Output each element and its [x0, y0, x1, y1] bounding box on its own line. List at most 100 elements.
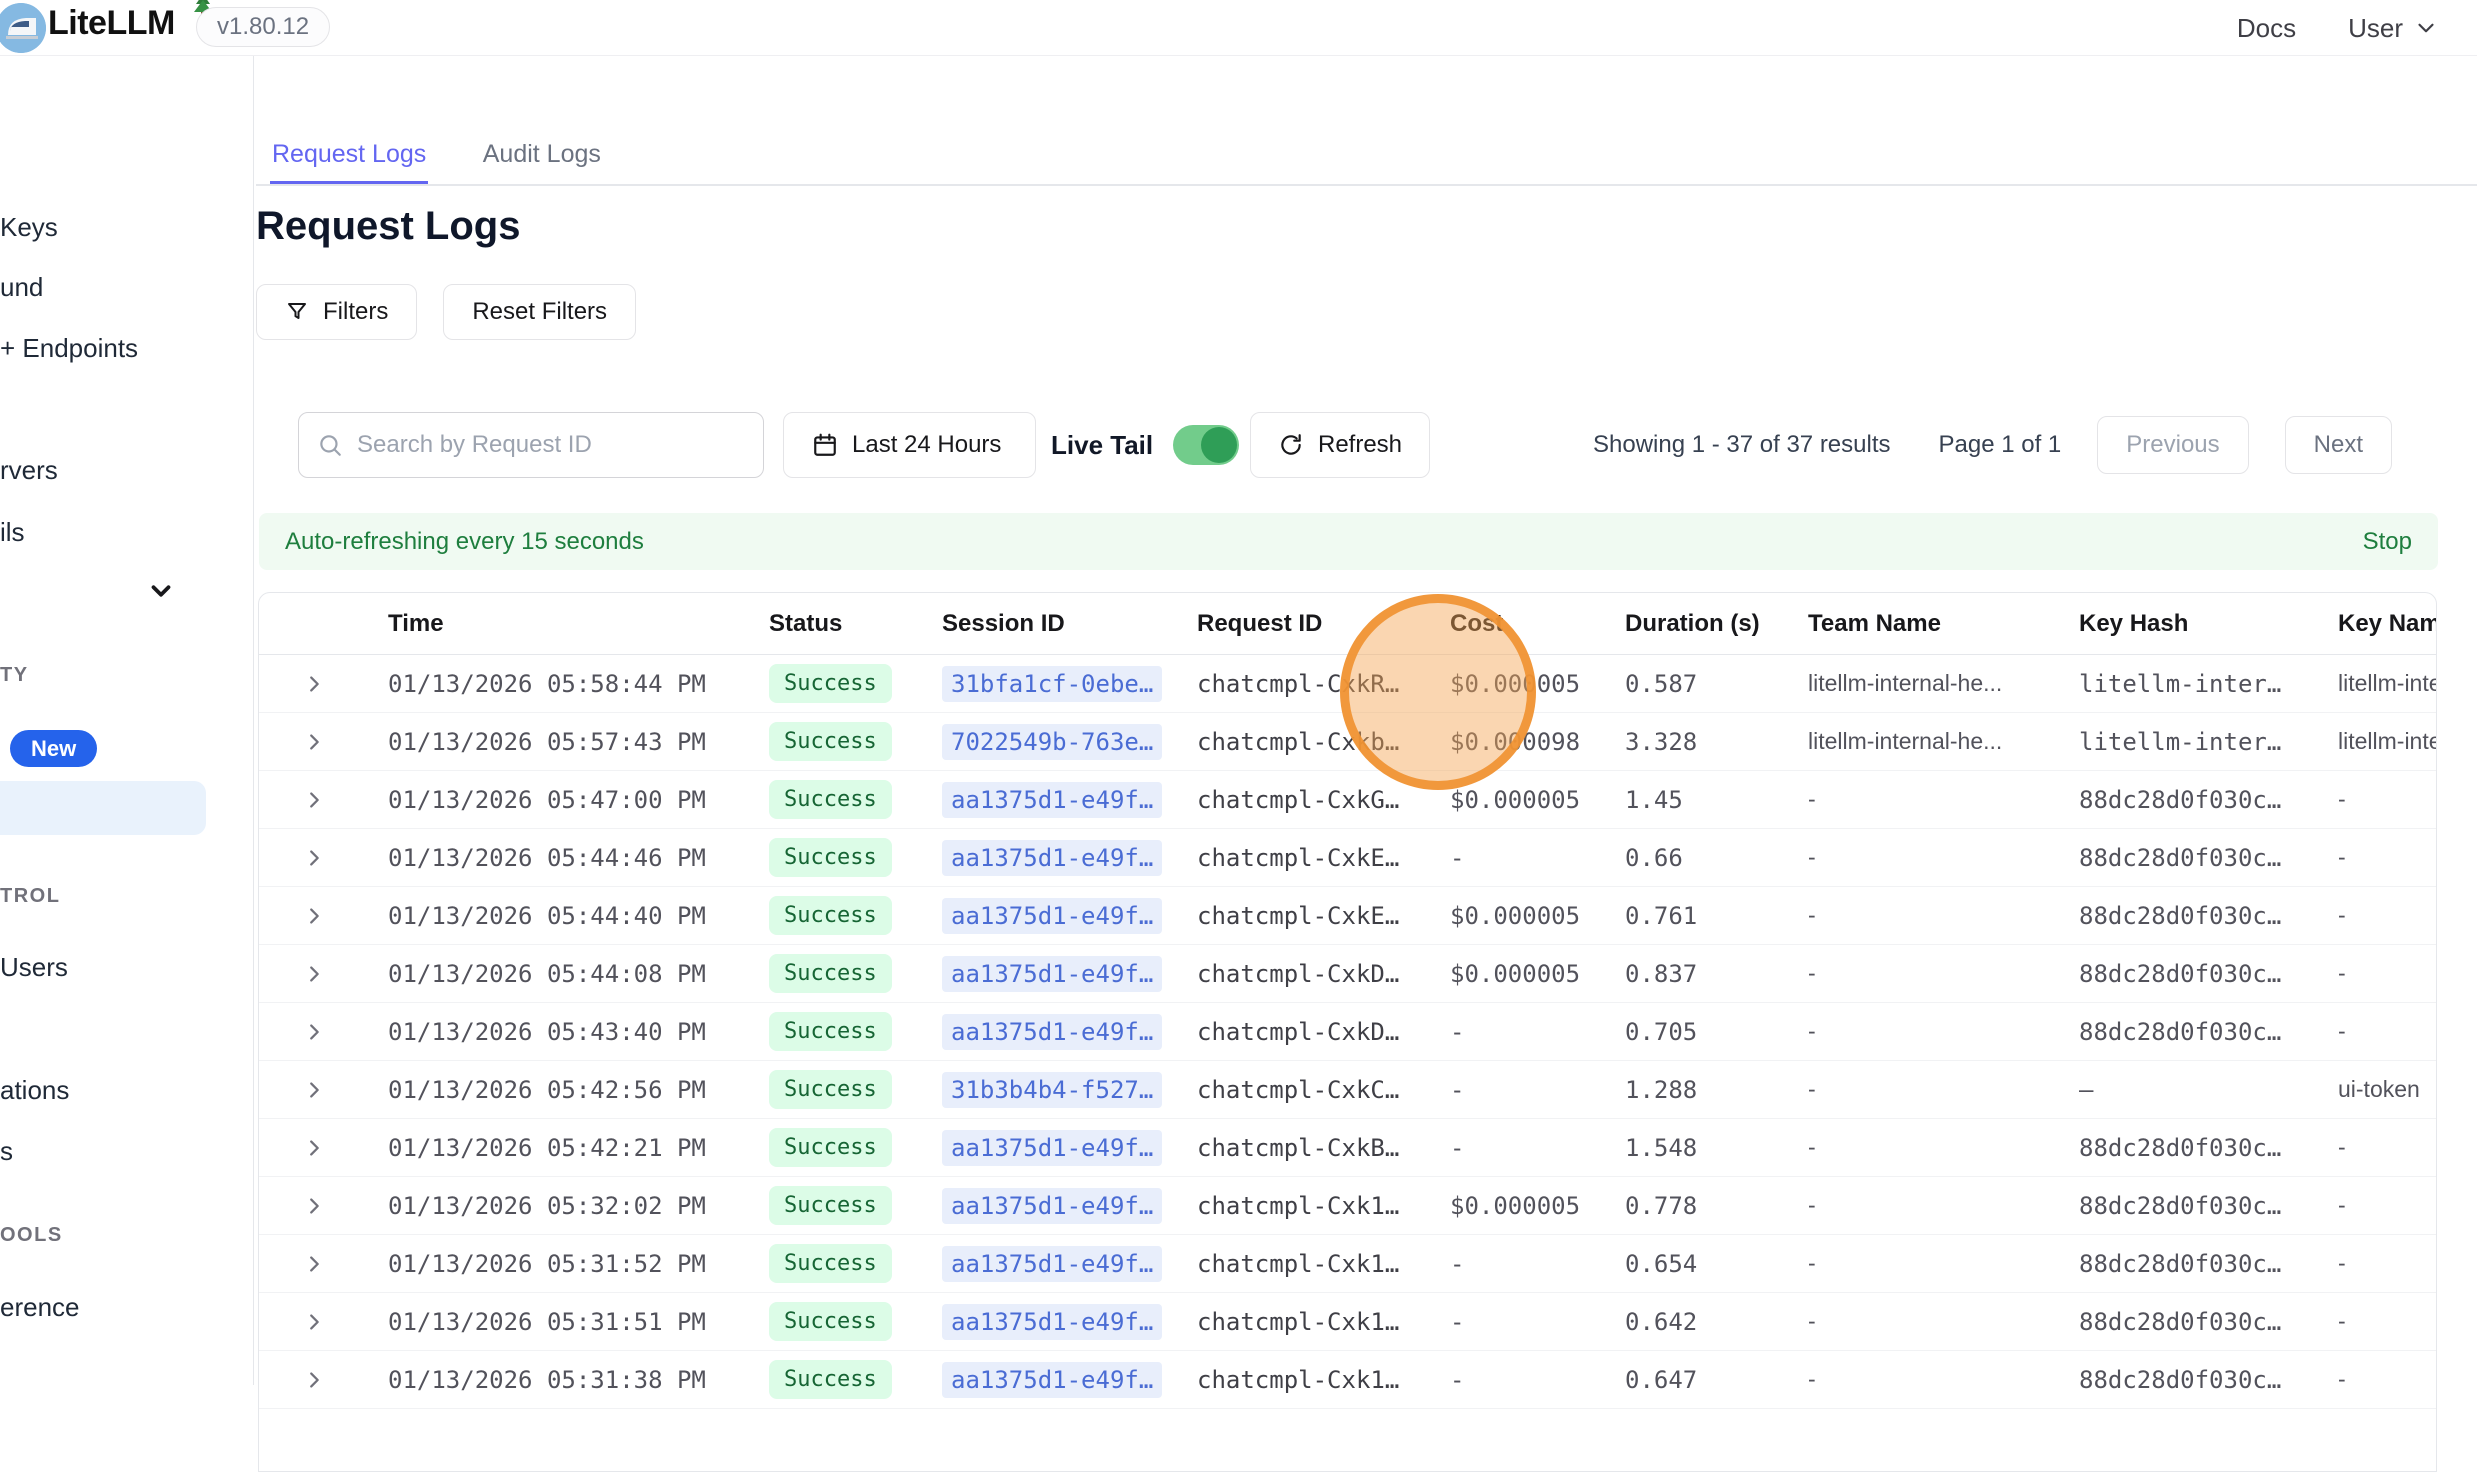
session-id-link[interactable]: aa1375d1-e49f… — [942, 898, 1162, 934]
session-id-link[interactable]: aa1375d1-e49f… — [942, 1014, 1162, 1050]
search-box[interactable] — [298, 412, 764, 478]
expand-row-chevron-icon[interactable] — [259, 963, 388, 985]
cell-team-name: - — [1808, 960, 2079, 987]
sidebar-item-logs-selected[interactable] — [0, 781, 206, 835]
cell-status: Success — [769, 664, 942, 703]
table-row[interactable]: 01/13/2026 05:42:56 PM Success 31b3b4b4-… — [259, 1061, 2436, 1119]
session-id-link[interactable]: 31bfa1cf-0ebe… — [942, 666, 1162, 702]
col-key-hash: Key Hash — [2079, 610, 2338, 638]
table-row[interactable]: 01/13/2026 05:42:21 PM Success aa1375d1-… — [259, 1119, 2436, 1177]
expand-row-chevron-icon[interactable] — [259, 731, 388, 753]
cell-request-id: chatcmpl-Cxk1… — [1197, 1366, 1450, 1394]
table-row[interactable]: 01/13/2026 05:44:46 PM Success aa1375d1-… — [259, 829, 2436, 887]
cell-time: 01/13/2026 05:31:52 PM — [388, 1250, 769, 1278]
sidebar-item-internal-users[interactable]: Users — [0, 952, 68, 983]
cell-key-name: - — [2338, 844, 2437, 871]
filters-button[interactable]: Filters — [256, 284, 417, 340]
col-duration: Duration (s) — [1625, 610, 1808, 638]
reset-filters-button[interactable]: Reset Filters — [443, 284, 636, 340]
cell-duration: 1.548 — [1625, 1134, 1808, 1162]
table-row[interactable]: 01/13/2026 05:43:40 PM Success aa1375d1-… — [259, 1003, 2436, 1061]
table-row[interactable]: 01/13/2026 05:32:02 PM Success aa1375d1-… — [259, 1177, 2436, 1235]
table-row[interactable]: 01/13/2026 05:44:08 PM Success aa1375d1-… — [259, 945, 2436, 1003]
sidebar-collapse-chevron-icon[interactable] — [146, 576, 176, 606]
table-row[interactable]: 01/13/2026 05:31:52 PM Success aa1375d1-… — [259, 1235, 2436, 1293]
cell-team-name: - — [1808, 1076, 2079, 1103]
cell-status: Success — [769, 1128, 942, 1167]
table-row[interactable]: 01/13/2026 05:57:43 PM Success 7022549b-… — [259, 713, 2436, 771]
expand-row-chevron-icon[interactable] — [259, 1369, 388, 1391]
sidebar-item-models-endpoints[interactable]: + Endpoints — [0, 333, 138, 364]
session-id-link[interactable]: 31b3b4b4-f527… — [942, 1072, 1162, 1108]
sidebar-item-api-reference[interactable]: erence — [0, 1292, 80, 1323]
sidebar-item-playground[interactable]: und — [0, 272, 43, 303]
main-content: Request Logs Audit Logs Request Logs Fil… — [254, 56, 2477, 1385]
sidebar-item-organizations[interactable]: ations — [0, 1075, 69, 1106]
expand-row-chevron-icon[interactable] — [259, 1195, 388, 1217]
cell-time: 01/13/2026 05:58:44 PM — [388, 670, 769, 698]
table-header-row: Time Status Session ID Request ID Cost D… — [259, 593, 2436, 655]
stop-auto-refresh-link[interactable]: Stop — [2363, 528, 2412, 556]
expand-row-chevron-icon[interactable] — [259, 673, 388, 695]
tab-audit-logs[interactable]: Audit Logs — [481, 128, 603, 181]
table-row[interactable]: 01/13/2026 05:44:40 PM Success aa1375d1-… — [259, 887, 2436, 945]
expand-row-chevron-icon[interactable] — [259, 1021, 388, 1043]
session-id-link[interactable]: aa1375d1-e49f… — [942, 1362, 1162, 1398]
cell-cost: $0.000098 — [1450, 728, 1625, 756]
cell-team-name: - — [1808, 1134, 2079, 1161]
col-status: Status — [769, 610, 942, 638]
cell-duration: 0.66 — [1625, 844, 1808, 872]
cell-request-id: chatcmpl-CxkE… — [1197, 844, 1450, 872]
cell-key-hash: 88dc28d0f030c… — [2079, 1250, 2338, 1278]
session-id-link[interactable]: aa1375d1-e49f… — [942, 1130, 1162, 1166]
table-row[interactable]: 01/13/2026 05:31:51 PM Success aa1375d1-… — [259, 1293, 2436, 1351]
session-id-link[interactable]: aa1375d1-e49f… — [942, 1304, 1162, 1340]
next-page-button[interactable]: Next — [2285, 416, 2392, 474]
sidebar-item-guardrails[interactable]: ils — [0, 517, 25, 548]
table-body: 01/13/2026 05:58:44 PM Success 31bfa1cf-… — [259, 655, 2436, 1409]
expand-row-chevron-icon[interactable] — [259, 905, 388, 927]
time-range-button[interactable]: Last 24 Hours — [783, 412, 1036, 478]
cell-team-name: litellm-internal-he... — [1808, 728, 2079, 755]
search-input[interactable] — [357, 431, 745, 459]
session-id-link[interactable]: aa1375d1-e49f… — [942, 1188, 1162, 1224]
cell-status: Success — [769, 954, 942, 993]
cell-time: 01/13/2026 05:47:00 PM — [388, 786, 769, 814]
live-tail-toggle[interactable] — [1173, 425, 1239, 465]
cell-cost: - — [1450, 844, 1625, 872]
table-row[interactable]: 01/13/2026 05:31:38 PM Success aa1375d1-… — [259, 1351, 2436, 1409]
logs-tabs: Request Logs Audit Logs — [256, 128, 2477, 186]
sidebar-item-servers[interactable]: rvers — [0, 455, 58, 486]
tab-request-logs[interactable]: Request Logs — [270, 128, 428, 184]
expand-row-chevron-icon[interactable] — [259, 1311, 388, 1333]
cell-key-hash: 88dc28d0f030c… — [2079, 902, 2338, 930]
refresh-button[interactable]: Refresh — [1250, 412, 1430, 478]
session-id-link[interactable]: 7022549b-763e… — [942, 724, 1162, 760]
cell-team-name: litellm-internal-he... — [1808, 670, 2079, 697]
toggle-knob — [1201, 427, 1237, 463]
expand-row-chevron-icon[interactable] — [259, 847, 388, 869]
expand-row-chevron-icon[interactable] — [259, 789, 388, 811]
sidebar-item-keys[interactable]: Keys — [0, 212, 58, 243]
cell-request-id: chatcmpl-Cxk1… — [1197, 1192, 1450, 1220]
expand-row-chevron-icon[interactable] — [259, 1137, 388, 1159]
cell-duration: 0.654 — [1625, 1250, 1808, 1278]
session-id-link[interactable]: aa1375d1-e49f… — [942, 956, 1162, 992]
expand-row-chevron-icon[interactable] — [259, 1079, 388, 1101]
cell-status: Success — [769, 1244, 942, 1283]
table-row[interactable]: 01/13/2026 05:58:44 PM Success 31bfa1cf-… — [259, 655, 2436, 713]
session-id-link[interactable]: aa1375d1-e49f… — [942, 1246, 1162, 1282]
session-id-link[interactable]: aa1375d1-e49f… — [942, 782, 1162, 818]
user-menu[interactable]: User — [2348, 13, 2439, 44]
expand-row-chevron-icon[interactable] — [259, 1253, 388, 1275]
session-id-link[interactable]: aa1375d1-e49f… — [942, 840, 1162, 876]
sidebar-nav: Keys und + Endpoints rvers ils TY New TR… — [0, 56, 254, 1385]
cell-cost: $0.000005 — [1450, 786, 1625, 814]
table-row[interactable]: 01/13/2026 05:47:00 PM Success aa1375d1-… — [259, 771, 2436, 829]
docs-link[interactable]: Docs — [2237, 13, 2296, 44]
sidebar-item-teams[interactable]: s — [0, 1136, 13, 1167]
version-badge: v1.80.12 — [196, 7, 330, 47]
reset-filters-button-label: Reset Filters — [472, 298, 607, 326]
cell-session-id: aa1375d1-e49f… — [942, 840, 1197, 876]
previous-page-button[interactable]: Previous — [2097, 416, 2248, 474]
